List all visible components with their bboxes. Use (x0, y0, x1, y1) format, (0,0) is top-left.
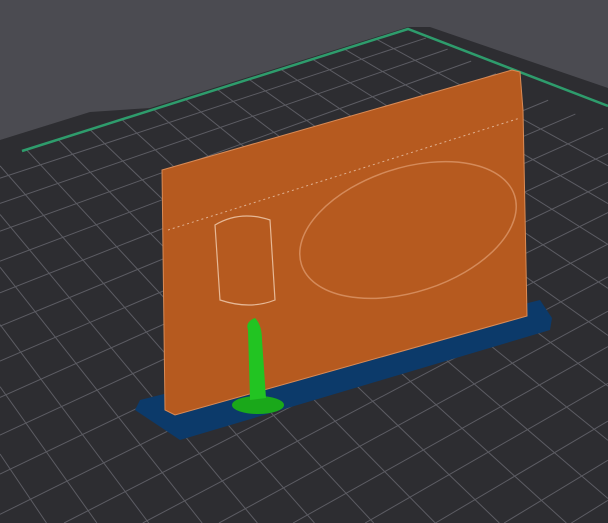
scene (0, 27, 608, 523)
3d-viewport[interactable] (0, 0, 608, 523)
